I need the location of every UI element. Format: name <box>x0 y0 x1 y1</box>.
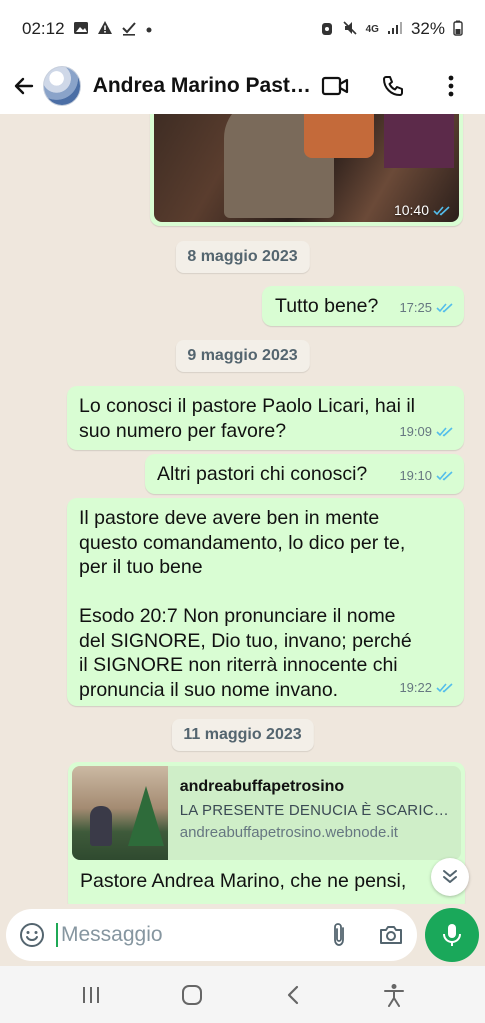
message-input[interactable] <box>56 923 296 947</box>
link-title: andreabuffapetrosino <box>179 778 345 795</box>
message-line: pronuncia il suo nome invano. <box>79 678 339 701</box>
warning-icon <box>97 20 113 39</box>
system-navigation-bar <box>0 966 485 1023</box>
message-text: Pastore Andrea Marino, che ne pensi, <box>80 870 407 892</box>
link-description: LA PRESENTE DENUCIA È SCARICAB... <box>179 802 452 819</box>
camera-icon[interactable] <box>377 921 405 949</box>
message-time: 17:25 <box>399 299 432 315</box>
network-type-label: 4G <box>365 23 379 35</box>
message-line <box>79 580 412 605</box>
link-domain: andreabuffapetrosino.webnode.it <box>179 824 398 841</box>
voice-message-button[interactable] <box>425 908 479 962</box>
photo-time: 10:40 <box>393 202 429 218</box>
message-time: 19:09 <box>399 423 432 439</box>
message-line: per il tuo bene <box>79 556 203 578</box>
recent-apps-icon[interactable] <box>71 975 111 1015</box>
gallery-notification-icon <box>73 20 89 39</box>
link-preview-card[interactable]: andreabuffapetrosino LA PRESENTE DENUCIA… <box>72 766 461 860</box>
accessibility-icon[interactable] <box>374 975 414 1015</box>
input-actions <box>325 921 405 949</box>
battery-percent: 32% <box>410 19 445 38</box>
link-text: andreabuffapetrosino LA PRESENTE DENUCIA… <box>168 766 461 860</box>
message-text: Altri pastori chi conosci? <box>157 463 368 485</box>
photo-meta: 10:40 <box>394 202 451 218</box>
message-line: Esodo 20:7 Non pronunciare il nome <box>79 605 396 627</box>
microphone-icon <box>443 924 462 946</box>
contact-name[interactable]: Andrea Marino Pastore... <box>93 74 321 98</box>
date-separator: 8 maggio 2023 <box>175 241 310 273</box>
message-text: Il pastore deve avere ben in mente quest… <box>79 506 412 702</box>
read-ticks-icon <box>436 683 453 693</box>
message-meta: 19:10 <box>399 464 454 489</box>
message-outgoing[interactable]: Altri pastori chi conosci? 19:10 <box>145 454 464 494</box>
message-text: Lo conosci il pastore Paolo Licari, hai … <box>79 394 415 443</box>
chat-area[interactable]: 10:40 8 maggio 2023 Tutto bene? 17:25 9 … <box>0 114 485 904</box>
status-right: 4G 32% <box>320 19 463 39</box>
voice-call-icon[interactable] <box>379 72 407 100</box>
double-chevron-down-icon <box>443 870 457 883</box>
date-separator: 11 maggio 2023 <box>171 719 314 751</box>
battery-icon <box>453 20 463 39</box>
message-input-container[interactable] <box>6 909 418 961</box>
link-thumbnail <box>72 766 168 860</box>
dot-indicator-icon <box>145 22 153 37</box>
link-preview-message[interactable]: andreabuffapetrosino LA PRESENTE DENUCIA… <box>68 762 465 904</box>
signal-icon <box>387 21 403 38</box>
message-outgoing[interactable]: Il pastore deve avere ben in mente quest… <box>67 498 464 706</box>
status-left: 02:12 <box>22 19 153 39</box>
status-time: 02:12 <box>22 19 65 38</box>
message-meta: 17:25 <box>399 296 454 321</box>
read-ticks-icon <box>436 427 453 437</box>
contact-avatar[interactable] <box>42 66 81 106</box>
emoji-icon[interactable] <box>18 921 46 949</box>
alarm-icon <box>320 20 334 39</box>
date-separator: 9 maggio 2023 <box>175 340 310 372</box>
home-icon[interactable] <box>172 975 212 1015</box>
message-time: 19:22 <box>399 679 432 695</box>
read-ticks-icon <box>433 205 450 215</box>
message-line: il SIGNORE non riterrà innocente chi <box>79 654 398 676</box>
message-line: suo numero per favore? <box>79 419 287 442</box>
video-call-icon[interactable] <box>321 72 349 100</box>
read-ticks-icon <box>436 303 453 313</box>
back-arrow-icon[interactable] <box>10 71 39 101</box>
status-bar: 02:12 4G 32% <box>0 0 485 58</box>
message-line: questo comandamento, lo dico per te, <box>79 531 406 554</box>
message-line: del SIGNORE, Dio tuo, invano; perché <box>79 629 412 652</box>
back-nav-icon[interactable] <box>273 975 313 1015</box>
message-time: 19:10 <box>399 467 432 483</box>
input-bar <box>0 904 485 966</box>
more-options-icon[interactable] <box>437 72 465 100</box>
message-outgoing[interactable]: Tutto bene? 17:25 <box>262 286 464 326</box>
read-ticks-icon <box>436 471 453 481</box>
mute-icon <box>342 20 358 39</box>
scroll-to-bottom-button[interactable] <box>431 858 469 896</box>
attach-icon[interactable] <box>325 921 353 949</box>
message-meta: 19:09 <box>399 420 454 445</box>
message-meta: 19:22 <box>399 676 454 701</box>
message-line: Il pastore deve avere ben in mente <box>79 507 380 529</box>
download-done-icon <box>121 20 137 39</box>
chat-header: Andrea Marino Pastore... <box>0 58 485 114</box>
message-text: Tutto bene? <box>275 295 379 317</box>
photo-message[interactable]: 10:40 <box>150 114 463 226</box>
header-actions <box>321 72 475 100</box>
message-outgoing[interactable]: Lo conosci il pastore Paolo Licari, hai … <box>67 386 464 450</box>
message-line: Lo conosci il pastore Paolo Licari, hai … <box>79 395 416 417</box>
